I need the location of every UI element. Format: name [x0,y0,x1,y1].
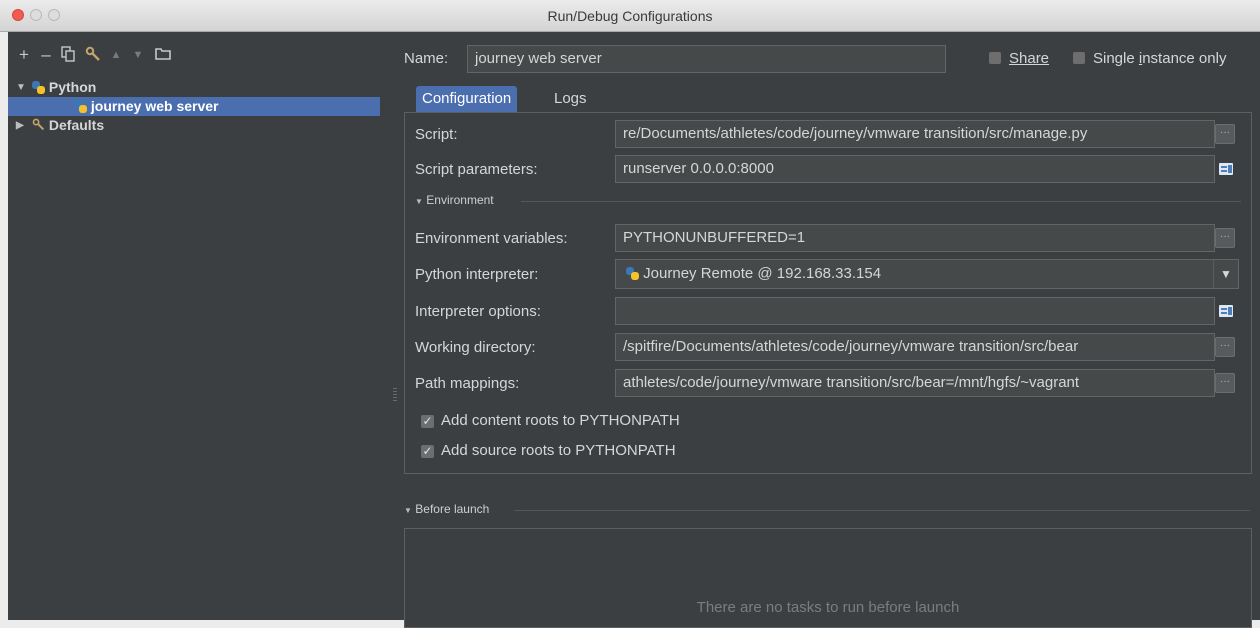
remove-configuration-button[interactable]: – [38,46,54,64]
python-icon [626,267,639,280]
title-bar: Run/Debug Configurations [0,0,1260,32]
checkmark-icon[interactable]: ✓ [421,415,434,428]
add-configuration-button[interactable]: + [16,46,32,64]
environment-section-title: Environment [426,193,494,207]
checkbox-box[interactable] [989,52,1001,64]
checkbox-box[interactable] [1073,52,1085,64]
pane-splitter[interactable] [390,32,400,620]
environment-variables-label: Environment variables: [415,230,568,247]
single-instance-checkbox[interactable]: Single instance only [1073,50,1226,67]
working-directory-label: Working directory: [415,339,536,356]
move-up-button[interactable]: ▲ [108,46,124,64]
tree-item-label: journey web server [90,98,219,114]
tab-configuration[interactable]: Configuration [416,86,518,112]
share-label: Share [1009,50,1050,67]
expand-parameters-button[interactable] [1217,159,1237,179]
before-launch-title: Before launch [415,502,490,516]
section-toggle-icon[interactable]: ▼ [404,506,412,515]
section-toggle-icon[interactable]: ▼ [415,197,423,206]
tree-item-defaults[interactable]: ▶ Defaults [8,116,390,135]
script-input[interactable]: re/Documents/athletes/code/journey/vmwar… [615,120,1215,148]
python-interpreter-select[interactable]: Journey Remote @ 192.168.33.154 ▼ [615,259,1239,289]
interpreter-options-input[interactable] [615,297,1215,325]
chevron-down-icon[interactable]: ▼ [1213,260,1238,288]
create-folder-button[interactable] [154,46,172,64]
configuration-editor: Name: journey web server Share Single in… [400,32,1260,628]
before-launch-task-list[interactable]: There are no tasks to run before launch [404,528,1252,628]
python-interpreter-label: Python interpreter: [415,266,539,283]
before-launch-section[interactable]: ▼ Before launch [404,502,1252,516]
empty-task-list-message: There are no tasks to run before launch [696,599,960,616]
tree-item-python[interactable]: ▼ Python [8,78,390,97]
dialog-body: + – ▲ ▼ ▼ Python journey web server ▶ De… [8,32,1260,628]
add-content-roots-label: Add content roots to PYTHONPATH [441,412,680,429]
name-label: Name: [404,50,449,67]
share-checkbox[interactable]: Share [989,50,1049,67]
section-divider [521,201,1241,202]
python-icon [74,100,87,113]
configurations-tree: ▼ Python journey web server ▶ Defaults [8,78,390,135]
wrench-icon [85,46,100,61]
add-content-roots-checkbox[interactable]: ✓ Add content roots to PYTHONPATH [421,412,680,429]
expand-interpreter-options-button[interactable] [1217,301,1237,321]
add-source-roots-checkbox[interactable]: ✓ Add source roots to PYTHONPATH [421,442,676,459]
folder-icon [155,48,171,60]
collapsed-arrow-icon[interactable]: ▶ [16,116,24,135]
splitter-grip-icon[interactable] [393,388,397,402]
interpreter-value: Journey Remote @ 192.168.33.154 [643,265,882,282]
copy-icon [61,46,75,62]
add-source-roots-label: Add source roots to PYTHONPATH [441,442,676,459]
path-mappings-label: Path mappings: [415,375,520,392]
tree-item-label: Defaults [48,117,105,133]
expanded-arrow-icon[interactable]: ▼ [16,78,26,97]
script-parameters-label: Script parameters: [415,161,538,178]
wrench-icon [32,118,45,131]
script-parameters-input[interactable]: runserver 0.0.0.0:8000 [615,155,1215,183]
name-input[interactable]: journey web server [467,45,946,73]
path-mappings-input[interactable]: athletes/code/journey/vmware transition/… [615,369,1215,397]
move-down-button[interactable]: ▼ [130,46,146,64]
tree-item-journey-web-server[interactable]: journey web server [8,97,380,116]
environment-variables-input[interactable]: PYTHONUNBUFFERED=1 [615,224,1215,252]
browse-script-button[interactable]: ··· [1215,124,1235,144]
copy-configuration-button[interactable] [60,46,76,64]
environment-section[interactable]: ▼ Environment [415,193,1243,207]
edit-defaults-button[interactable] [84,46,102,64]
tree-item-label: Python [48,79,97,95]
edit-environment-variables-button[interactable]: ··· [1215,228,1235,248]
single-instance-label: Single instance only [1093,50,1227,67]
edit-path-mappings-button[interactable]: ··· [1215,373,1235,393]
section-divider [514,510,1250,511]
window-title: Run/Debug Configurations [547,8,713,24]
script-label: Script: [415,126,458,143]
working-directory-input[interactable]: /spitfire/Documents/athletes/code/journe… [615,333,1215,361]
python-icon [32,81,45,94]
browse-working-directory-button[interactable]: ··· [1215,337,1235,357]
interpreter-options-label: Interpreter options: [415,303,541,320]
checkmark-icon[interactable]: ✓ [421,445,434,458]
tab-logs[interactable]: Logs [548,86,593,113]
configuration-panel: Script: re/Documents/athletes/code/journ… [404,112,1252,474]
configurations-sidebar: + – ▲ ▼ ▼ Python journey web server ▶ De… [8,32,390,620]
